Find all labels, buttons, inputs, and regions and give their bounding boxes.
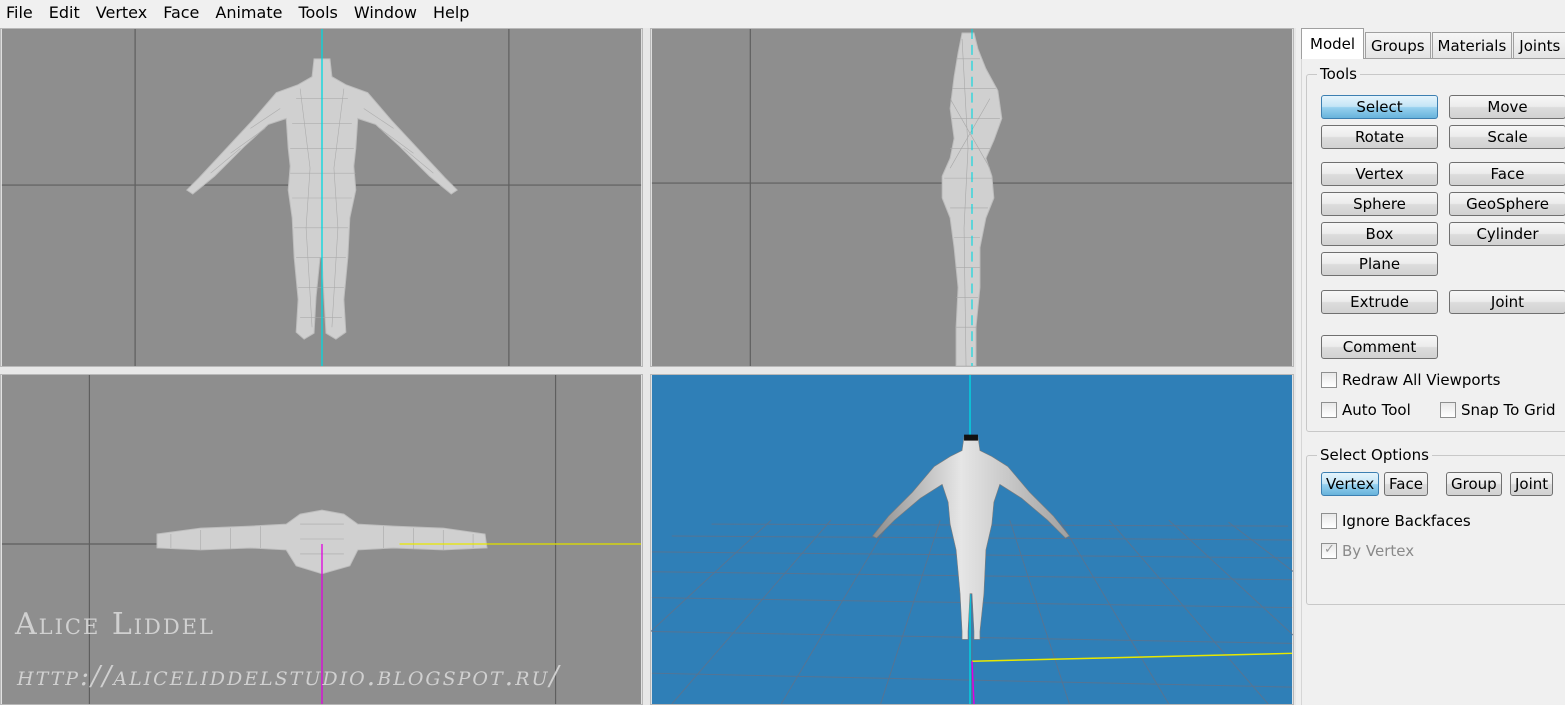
move-button[interactable]: Move: [1449, 95, 1565, 119]
redraw-all-viewports-option[interactable]: Redraw All Viewports: [1321, 371, 1500, 389]
model-tab-body: Tools Select Move Rotate Scale Vertex Fa…: [1301, 58, 1565, 705]
menu-window[interactable]: Window: [346, 0, 425, 25]
scale-button[interactable]: Scale: [1449, 125, 1565, 149]
select-face-button[interactable]: Face: [1384, 472, 1428, 496]
viewport-3d[interactable]: [650, 374, 1294, 705]
tab-model[interactable]: Model: [1301, 28, 1365, 59]
by-vertex-label: By Vertex: [1342, 542, 1415, 560]
menu-vertex[interactable]: Vertex: [88, 0, 155, 25]
tab-groups[interactable]: Groups: [1365, 32, 1431, 59]
joint-tool-button[interactable]: Joint: [1449, 290, 1565, 314]
plane-button[interactable]: Plane: [1321, 252, 1438, 276]
viewport-side[interactable]: [650, 28, 1294, 367]
comment-button[interactable]: Comment: [1321, 335, 1438, 359]
viewport-area: Alice Liddel http://aliceliddelstudio.bl…: [0, 28, 1296, 705]
redraw-all-viewports-checkbox[interactable]: [1321, 372, 1337, 388]
snap-to-grid-checkbox[interactable]: [1440, 402, 1456, 418]
tab-joints[interactable]: Joints: [1513, 32, 1565, 59]
box-button[interactable]: Box: [1321, 222, 1438, 246]
menu-face[interactable]: Face: [155, 0, 207, 25]
watermark-url: http://aliceliddelstudio.blogspot.ru/: [17, 661, 561, 692]
perspective-view-canvas: [651, 375, 1293, 704]
menu-edit[interactable]: Edit: [41, 0, 88, 25]
top-view-canvas: [1, 375, 642, 704]
select-vertex-button[interactable]: Vertex: [1321, 472, 1380, 496]
by-vertex-option: By Vertex: [1321, 542, 1414, 560]
menu-help[interactable]: Help: [425, 0, 477, 25]
by-vertex-checkbox: [1321, 542, 1337, 559]
select-options-label: Select Options: [1317, 446, 1432, 464]
auto-tool-checkbox[interactable]: [1321, 402, 1337, 418]
tab-materials[interactable]: Materials: [1431, 32, 1513, 59]
menu-animate[interactable]: Animate: [207, 0, 290, 25]
vertex-tool-button[interactable]: Vertex: [1321, 162, 1438, 186]
select-joint-button[interactable]: Joint: [1510, 472, 1554, 496]
menu-tools[interactable]: Tools: [290, 0, 345, 25]
watermark-name: Alice Liddel: [15, 607, 216, 642]
tools-label: Tools: [1317, 65, 1360, 83]
panel-tabs: Model Groups Materials Joints: [1301, 28, 1565, 59]
snap-to-grid-label: Snap To Grid: [1461, 401, 1556, 419]
rotate-button[interactable]: Rotate: [1321, 125, 1438, 149]
menu-file[interactable]: File: [0, 0, 41, 25]
sphere-button[interactable]: Sphere: [1321, 192, 1438, 216]
auto-tool-option[interactable]: Auto Tool: [1321, 401, 1411, 419]
extrude-button[interactable]: Extrude: [1321, 290, 1438, 314]
select-button[interactable]: Select: [1321, 95, 1438, 119]
tool-panel: Model Groups Materials Joints Tools Sele…: [1300, 28, 1565, 705]
viewport-front[interactable]: [0, 28, 643, 367]
auto-tool-label: Auto Tool: [1342, 401, 1411, 419]
select-group-button[interactable]: Group: [1446, 472, 1502, 496]
redraw-all-viewports-label: Redraw All Viewports: [1342, 371, 1501, 389]
geosphere-button[interactable]: GeoSphere: [1449, 192, 1565, 216]
ignore-backfaces-label: Ignore Backfaces: [1342, 512, 1471, 530]
ignore-backfaces-checkbox[interactable]: [1321, 513, 1337, 529]
side-view-canvas: [651, 29, 1293, 366]
front-view-canvas: [1, 29, 642, 366]
ignore-backfaces-option[interactable]: Ignore Backfaces: [1321, 512, 1471, 530]
cylinder-button[interactable]: Cylinder: [1449, 222, 1565, 246]
viewport-top[interactable]: Alice Liddel http://aliceliddelstudio.bl…: [0, 374, 643, 705]
face-tool-button[interactable]: Face: [1449, 162, 1565, 186]
snap-to-grid-option[interactable]: Snap To Grid: [1440, 401, 1556, 419]
menu-bar: File Edit Vertex Face Animate Tools Wind…: [0, 0, 1565, 25]
